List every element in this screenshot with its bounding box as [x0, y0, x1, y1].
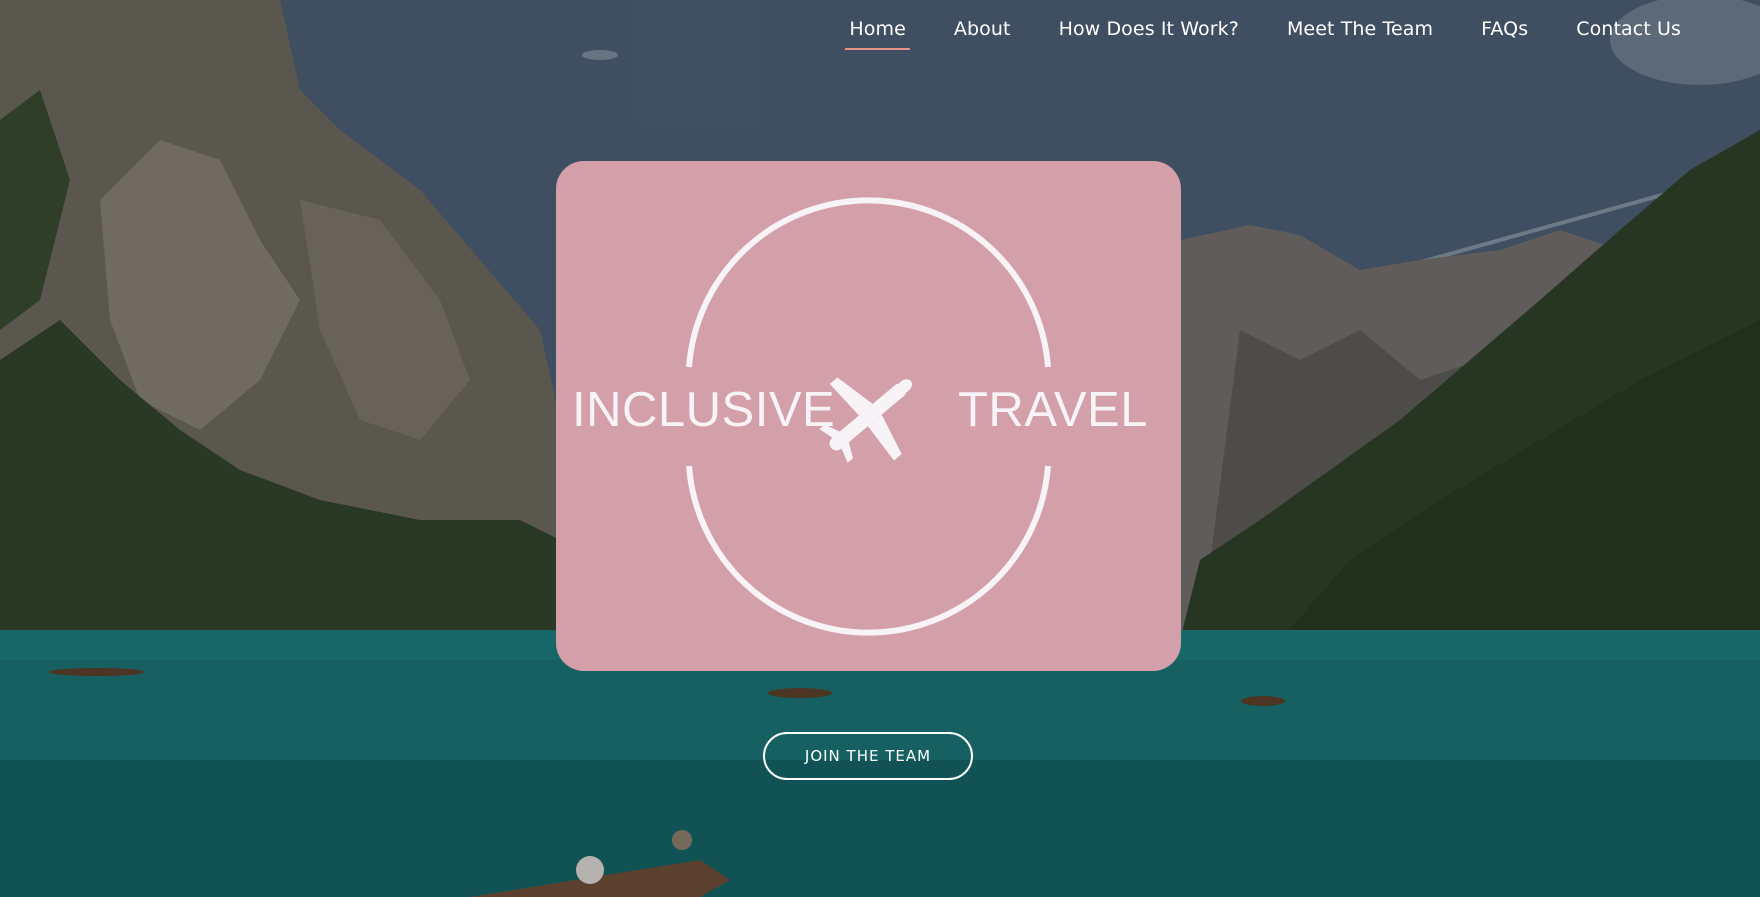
- nav-item-home[interactable]: Home: [845, 18, 910, 50]
- nav-item-how-does-it-work[interactable]: How Does It Work?: [1055, 18, 1243, 50]
- nav-item-meet-the-team[interactable]: Meet The Team: [1283, 18, 1437, 50]
- logo-text-left: INCLUSIVE: [572, 383, 836, 437]
- nav-item-contact-us[interactable]: Contact Us: [1572, 18, 1685, 50]
- main-navigation: Home About How Does It Work? Meet The Te…: [845, 18, 1685, 50]
- join-the-team-button[interactable]: JOIN THE TEAM: [763, 732, 973, 780]
- nav-item-about[interactable]: About: [950, 18, 1015, 50]
- logo-card: INCLUSIVE TRAVEL: [556, 161, 1181, 671]
- logo-text-right: TRAVEL: [958, 383, 1148, 437]
- nav-item-faqs[interactable]: FAQs: [1477, 18, 1532, 50]
